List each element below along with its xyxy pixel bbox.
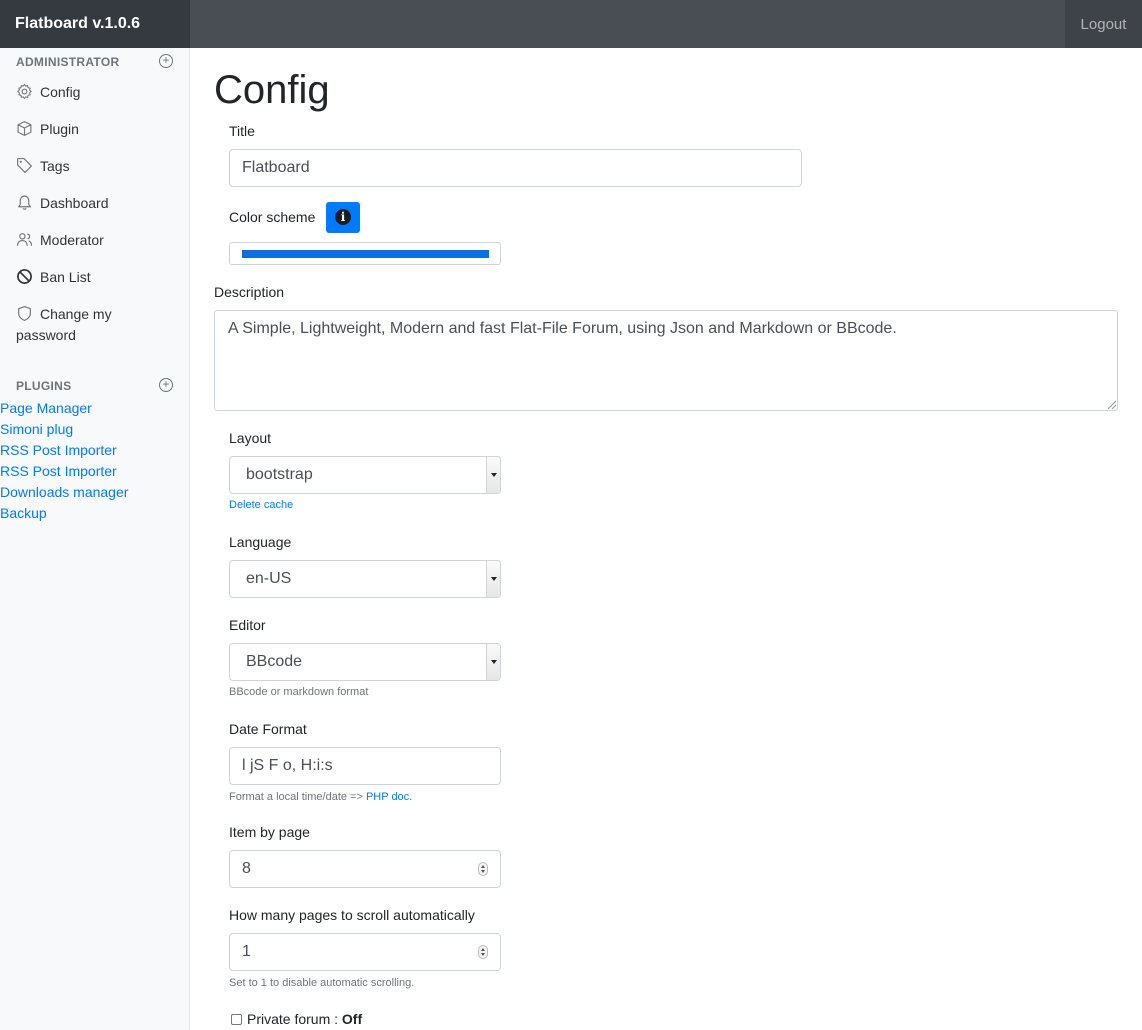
date-format-input[interactable]: l jS F o, H:i:s <box>229 747 501 785</box>
scroll-pages-label: How many pages to scroll automatically <box>229 907 475 923</box>
date-format-help-text: Format a local time/date => PHP doc. <box>229 791 412 803</box>
number-stepper-icon[interactable] <box>478 862 488 876</box>
users-icon <box>17 233 33 246</box>
layout-select[interactable]: bootstrap <box>229 456 501 494</box>
title-label: Title <box>229 123 255 139</box>
plugin-link-page-manager[interactable]: Page Manager <box>0 398 92 419</box>
logout-button[interactable]: Logout <box>1065 0 1142 48</box>
sidebar-item-tags[interactable]: Tags <box>16 156 70 177</box>
sidebar-item-label: Change my <box>40 306 112 322</box>
gear-icon <box>16 83 33 100</box>
private-forum-label-text: Private forum : <box>247 1011 342 1027</box>
add-circle-icon[interactable]: + <box>159 378 173 392</box>
sidebar-item-label: Config <box>40 84 81 100</box>
title-input[interactable]: Flatboard <box>229 149 802 187</box>
color-swatch <box>242 250 489 258</box>
sidebar-item-label: Moderator <box>40 232 104 248</box>
ban-icon <box>17 269 32 284</box>
sidebar-item-label: Dashboard <box>40 195 109 211</box>
add-circle-icon[interactable]: + <box>159 54 173 68</box>
private-forum-state: Off <box>341 1011 363 1027</box>
page-title: Config <box>214 68 330 112</box>
scroll-pages-value: 1 <box>242 943 251 960</box>
brand-title[interactable]: Flatboard v.1.0.6 <box>0 0 190 48</box>
plugin-link-downloads-manager[interactable]: Downloads manager <box>0 482 128 503</box>
sidebar-item-ban-list[interactable]: Ban List <box>16 267 91 288</box>
sidebar-item-change-password[interactable]: Change my password <box>16 304 176 346</box>
chevron-down-icon <box>486 644 500 680</box>
language-select[interactable]: en-US <box>229 560 501 598</box>
items-per-page-input[interactable]: 8 <box>229 850 501 888</box>
tag-icon <box>17 158 32 173</box>
private-forum-checkbox[interactable] <box>231 1014 242 1025</box>
plugin-link-rss-post-importer[interactable]: RSS Post Importer <box>0 440 117 461</box>
items-per-page-label: Item by page <box>229 824 310 840</box>
php-doc-link[interactable]: PHP doc. <box>366 791 412 803</box>
number-stepper-icon[interactable] <box>478 945 488 959</box>
items-per-page-value: 8 <box>242 860 251 877</box>
shield-icon <box>18 306 31 321</box>
chevron-down-icon <box>486 561 500 597</box>
sidebar-item-label-line2: password <box>16 327 76 343</box>
plugin-link-rss-post-importer[interactable]: RSS Post Importer <box>0 461 117 482</box>
sidebar-item-label: Tags <box>40 158 70 174</box>
sidebar-item-label: Ban List <box>40 269 91 285</box>
editor-select-value: BBcode <box>246 653 303 670</box>
language-select-value: en-US <box>246 570 292 587</box>
sidebar-item-label: Plugin <box>40 121 79 137</box>
color-scheme-info-button[interactable]: i <box>326 202 360 233</box>
language-label: Language <box>229 534 292 550</box>
layout-select-value: bootstrap <box>246 466 313 483</box>
sidebar-heading-administrator: ADMINISTRATOR <box>16 55 120 69</box>
editor-label: Editor <box>229 617 266 633</box>
description-textarea[interactable]: A Simple, Lightweight, Modern and fast F… <box>214 310 1118 411</box>
layout-label: Layout <box>229 430 272 446</box>
sidebar-heading-plugins: PLUGINS <box>16 379 72 393</box>
sidebar-item-config[interactable]: Config <box>16 82 80 103</box>
info-icon: i <box>335 209 351 225</box>
description-label: Description <box>214 284 285 300</box>
top-navbar: Flatboard v.1.0.6 Logout <box>0 0 1142 48</box>
color-scheme-picker[interactable] <box>229 242 501 265</box>
date-format-label: Date Format <box>229 721 307 737</box>
chevron-down-icon <box>486 457 500 493</box>
sidebar-item-dashboard[interactable]: Dashboard <box>16 193 109 214</box>
editor-help-text: BBcode or markdown format <box>229 686 369 698</box>
sidebar-item-plugin[interactable]: Plugin <box>16 119 79 140</box>
delete-cache-link[interactable]: Delete cache <box>229 499 293 511</box>
editor-select[interactable]: BBcode <box>229 643 501 681</box>
plugin-link-backup[interactable]: Backup <box>0 503 47 524</box>
scroll-pages-help-text: Set to 1 to disable automatic scrolling. <box>229 977 415 989</box>
box-icon <box>17 121 32 136</box>
sidebar-item-moderator[interactable]: Moderator <box>16 230 104 251</box>
date-format-help-label: Format a local time/date => <box>229 791 363 803</box>
color-scheme-label: Color scheme <box>229 209 316 225</box>
bell-icon <box>18 195 31 210</box>
scroll-pages-input[interactable]: 1 <box>229 933 501 971</box>
private-forum-label: Private forum : Off <box>247 1011 362 1027</box>
resize-handle-icon[interactable] <box>1106 399 1116 409</box>
plugin-link-simoni-plug[interactable]: Simoni plug <box>0 419 73 440</box>
